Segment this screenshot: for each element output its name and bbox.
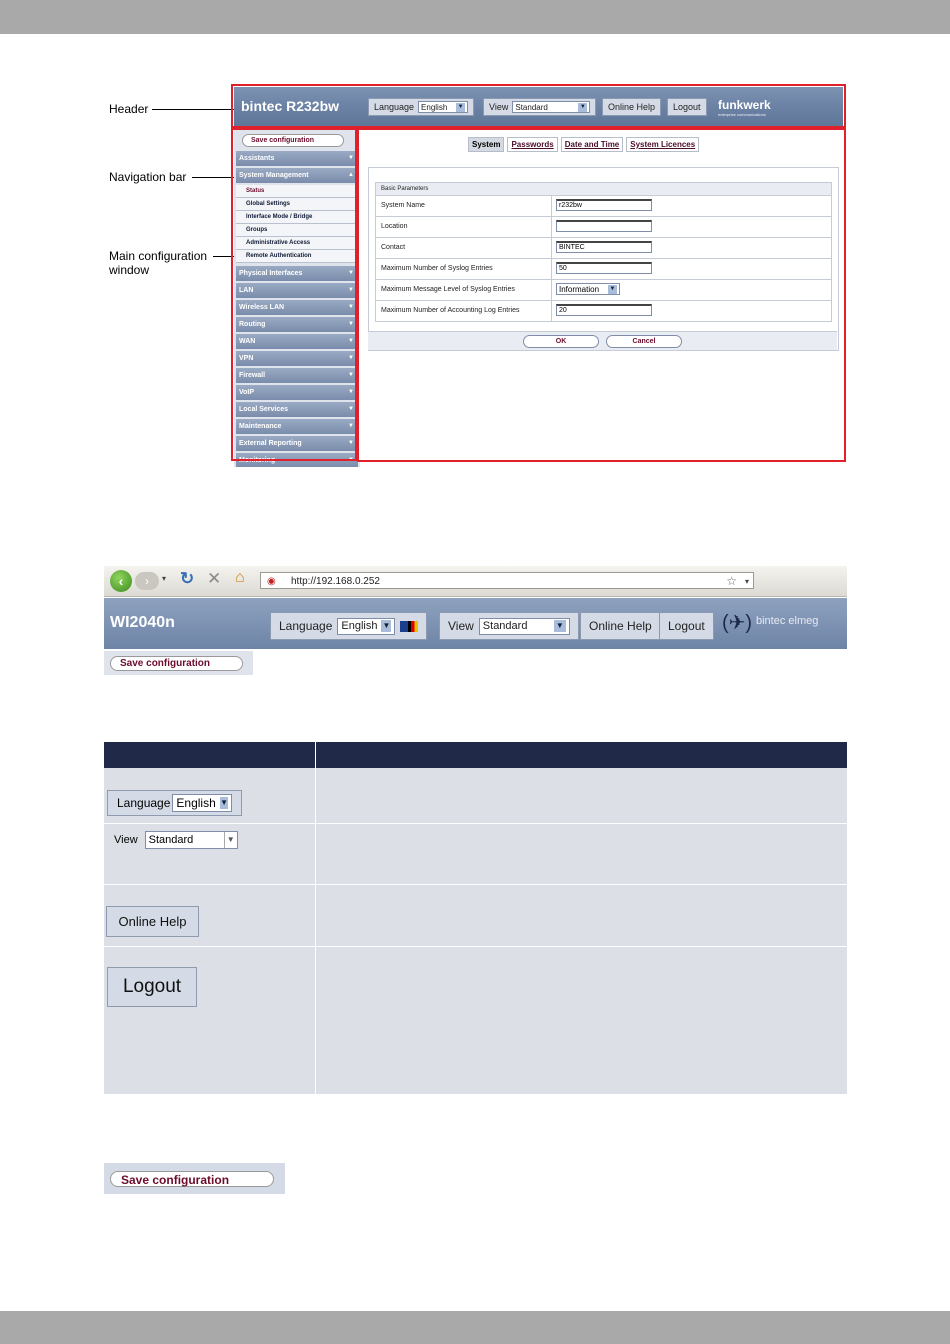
save-configuration-button[interactable]: Save configuration <box>110 656 243 671</box>
view-select[interactable]: Standard ▼ <box>144 831 238 849</box>
language-control: Language English ▼ <box>107 790 243 816</box>
save-configuration-bar: Save configuration <box>104 651 253 675</box>
flag-icon[interactable] <box>400 620 419 632</box>
table-header <box>104 742 847 768</box>
device-title: WI2040n <box>110 614 175 631</box>
table-row: Language English ▼ <box>104 768 847 824</box>
site-identity-icon: ◉ <box>267 576 276 587</box>
table-row: View Standard ▼ <box>104 824 847 885</box>
view-label: View <box>448 619 474 633</box>
navigation-highlight <box>231 128 357 461</box>
online-help-button[interactable]: Online Help <box>580 612 661 640</box>
view-group: View Standard ▼ <box>439 612 579 640</box>
chevron-down-icon: ▼ <box>381 620 392 632</box>
main-window-highlight <box>357 128 846 462</box>
view-control: View Standard ▼ <box>114 831 238 849</box>
stop-icon[interactable]: ✕ <box>207 569 221 589</box>
fig2-header: WI2040n Language English ▼ View Standard ▼… <box>104 598 847 649</box>
bookmark-star-icon[interactable]: ☆ <box>726 573 737 590</box>
view-select[interactable]: Standard ▼ <box>478 617 570 635</box>
callout-navigation: Navigation bar <box>109 170 187 184</box>
online-help-button[interactable]: Online Help <box>106 906 199 937</box>
table-row: Online Help <box>104 885 847 947</box>
home-icon[interactable]: ⌂ <box>235 569 245 587</box>
table-row: Logout <box>104 947 847 1095</box>
back-icon[interactable]: ‹ <box>110 570 132 592</box>
chevron-down-icon: ▼ <box>219 797 229 809</box>
callout-line-navigation <box>192 177 234 178</box>
header-elements-table: Language English ▼ View Standard ▼ Online … <box>104 742 847 1095</box>
callout-header: Header <box>109 102 149 116</box>
bintec-elmeg-logo: bintec elmeg <box>756 615 819 627</box>
history-dropdown-icon[interactable]: ▾ <box>162 574 166 583</box>
save-configuration-bar: Save configuration <box>104 1163 285 1194</box>
bird-logo-icon: (✈) <box>722 612 753 634</box>
chevron-down-icon[interactable]: ▾ <box>745 573 749 590</box>
url-bar[interactable]: ◉ http://192.168.0.252 ☆ ▾ <box>260 572 754 589</box>
language-select[interactable]: English ▼ <box>337 617 396 635</box>
language-group: Language English ▼ <box>270 612 428 640</box>
forward-icon[interactable]: › <box>135 572 159 590</box>
callout-main-2: window <box>109 263 150 277</box>
chevron-down-icon: ▼ <box>223 832 237 848</box>
save-configuration-button[interactable]: Save configuration <box>110 1171 274 1187</box>
callout-line-header <box>152 109 234 110</box>
callout-main-1: Main configuration <box>109 249 208 263</box>
url-text: http://192.168.0.252 <box>291 576 380 587</box>
language-label: Language <box>117 796 171 810</box>
chevron-down-icon: ▼ <box>553 620 566 632</box>
view-label: View <box>114 834 138 846</box>
top-bar <box>0 0 950 34</box>
language-label: Language <box>279 619 333 633</box>
reload-icon[interactable]: ↻ <box>180 569 194 589</box>
browser-toolbar: ‹ › ▾ ↻ ✕ ⌂ ◉ http://192.168.0.252 ☆ ▾ <box>104 566 847 597</box>
header-highlight <box>231 84 846 128</box>
logout-button[interactable]: Logout <box>659 612 714 640</box>
logout-button[interactable]: Logout <box>107 967 197 1007</box>
bottom-bar <box>0 1311 950 1344</box>
language-select[interactable]: English ▼ <box>172 794 233 812</box>
